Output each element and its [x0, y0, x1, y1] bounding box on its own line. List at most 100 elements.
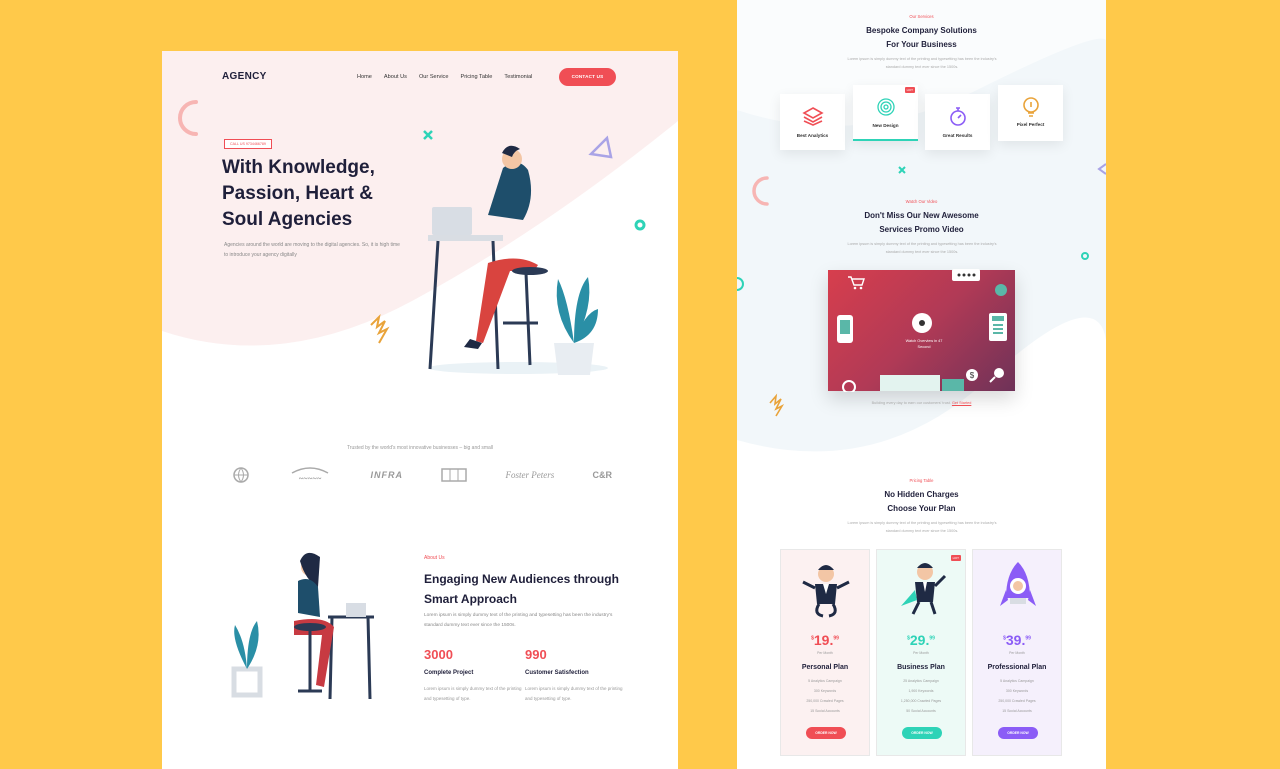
plan-feature: 300 Keywords: [1005, 689, 1029, 693]
svg-text:~~~~~: ~~~~~: [299, 474, 322, 483]
plan-name: Professional Plan: [987, 664, 1047, 671]
calculator-icon: [989, 313, 1007, 341]
stopwatch-icon: [949, 107, 966, 126]
businessman-icon: [802, 565, 850, 618]
service-card-design[interactable]: HOT New Design: [853, 85, 918, 141]
brand-logos: ~~~~~ INFRA Foster Peters C&R: [232, 465, 612, 485]
nav-service[interactable]: Our Service: [419, 74, 449, 80]
plan-card-business: HOT $29.99 Per Month Business Plan 25 An…: [876, 549, 966, 756]
video-title-line2: Services Promo Video: [879, 225, 964, 234]
order-button[interactable]: ORDER NOW: [998, 727, 1038, 739]
services-title-line1: Bespoke Company Solutions: [866, 26, 977, 35]
box-logo-icon: [441, 468, 467, 482]
promo-video[interactable]: Watch Overview in 47 Second $: [828, 269, 1015, 392]
nav-testimonial[interactable]: Testimonial: [504, 74, 532, 80]
video-caption: Watch Overview in 47 Second: [905, 339, 943, 349]
dollar-icon: $: [966, 369, 978, 381]
contact-button[interactable]: CONTACT US: [559, 68, 616, 86]
phone-icon: [837, 315, 853, 343]
plan-price: $29.99: [907, 632, 935, 648]
plan-card-professional: $39.99 Per Month Professional Plan 5 Ana…: [972, 549, 1062, 756]
service-label: Best Analytics: [796, 133, 829, 138]
flying-businessman-icon: [901, 563, 947, 615]
lightbulb-icon: [1022, 97, 1039, 117]
dot-shape: [634, 219, 646, 231]
service-label: Pixel Perfect: [1016, 122, 1045, 127]
video-note: Building every day to earn our customers…: [737, 401, 1106, 405]
squiggle-shape: [370, 313, 390, 344]
stat-number-projects: 3000: [424, 647, 453, 662]
services-tag: Our Services: [909, 14, 934, 19]
order-button[interactable]: ORDER NOW: [902, 727, 942, 739]
nav-about[interactable]: About Us: [384, 74, 407, 80]
services-text: Lorem ipsum is simply dummy text of the …: [847, 57, 997, 69]
plan-period: Per Month: [913, 651, 929, 655]
plan-feature: 50 Social Accounts: [906, 709, 936, 713]
stat-text-satisfaction: Lorem ipsum is simply dummy text of the …: [525, 686, 623, 701]
layers-icon: [801, 107, 824, 126]
cart-icon: [848, 276, 865, 290]
service-label: New Design: [872, 123, 899, 128]
originals-logo-icon: ~~~~~: [291, 467, 329, 483]
plan-period: Per Month: [1009, 651, 1025, 655]
plan-name: Business Plan: [897, 664, 945, 671]
logo[interactable]: AGENCY: [222, 71, 267, 82]
pricing-text: Lorem ipsum is simply dummy text of the …: [847, 521, 997, 533]
service-card-analytics[interactable]: Best Analytics: [780, 94, 845, 150]
plan-feature: 1,900 Keywords: [908, 689, 934, 693]
plan-feature: 15 Social Accounts: [810, 709, 840, 713]
homepage-preview-left: AGENCY Home About Us Our Service Pricing…: [162, 51, 678, 769]
pricing-title-line2: Choose Your Plan: [887, 504, 956, 513]
phone-badge: CALL US 9734466789: [224, 139, 272, 149]
about-tag: About Us: [424, 555, 445, 561]
brand-foster-peters: Foster Peters: [505, 470, 555, 480]
hot-badge: HOT: [950, 555, 961, 561]
main-nav: Home About Us Our Service Pricing Table …: [357, 74, 532, 80]
globe-logo-icon: [233, 467, 249, 483]
play-button[interactable]: [912, 313, 932, 333]
nav-pricing[interactable]: Pricing Table: [460, 74, 492, 80]
plan-price: $39.99: [1003, 632, 1031, 648]
plan-feature: 5 Analytics Campaign: [808, 679, 842, 683]
plan-feature: 250,000 Crawled Pages: [998, 699, 1036, 703]
ring-shape: [737, 277, 744, 291]
plan-feature: 25 Analytics Campaign: [903, 679, 939, 683]
homepage-preview-right: Our Services Bespoke Company Solutions F…: [737, 0, 1106, 769]
svg-text:$: $: [970, 371, 975, 380]
plan-card-personal: $19.99 Per Month Personal Plan 5 Analyti…: [780, 549, 870, 756]
chat-icon: [952, 269, 980, 281]
stat-text-projects: Lorem ipsum is simply dummy text of the …: [424, 686, 522, 701]
brand-cr: C&R: [592, 470, 613, 480]
plan-feature: 250,000 Crawled Pages: [806, 699, 844, 703]
trusted-text: Trusted by the world's most innovative b…: [346, 445, 494, 451]
hero-subtitle: Agencies around the world are moving to …: [224, 242, 400, 258]
plan-feature: 300 Keywords: [813, 689, 837, 693]
fingerprint-icon: [876, 98, 895, 116]
pricing-title-line1: No Hidden Charges: [884, 490, 959, 499]
plan-name: Personal Plan: [801, 664, 849, 671]
dot-shape: [1081, 252, 1089, 260]
stat-label-projects: Complete Project: [424, 670, 474, 676]
video-title-line1: Don't Miss Our New Awesome: [864, 211, 979, 220]
plan-price: $19.99: [811, 632, 839, 648]
magnifier-icon: [989, 368, 1004, 383]
rocket-icon: [1000, 562, 1036, 606]
triangle-shape: [1097, 163, 1106, 175]
about-illustration: [231, 552, 374, 700]
video-tag: Watch Our Video: [905, 199, 938, 204]
get-started-link[interactable]: Get Started: [952, 401, 971, 405]
plan-period: Per Month: [817, 651, 833, 655]
hero-illustration: [428, 145, 608, 375]
hot-badge: HOT: [904, 87, 915, 93]
percent-icon: [995, 284, 1007, 296]
pricing-tag: Pricing Table: [909, 478, 934, 483]
stat-number-satisfaction: 990: [525, 647, 547, 662]
cross-shape: [423, 130, 433, 140]
order-button[interactable]: ORDER NOW: [806, 727, 846, 739]
nav-home[interactable]: Home: [357, 74, 372, 80]
about-title: Engaging New Audiences through Smart App…: [424, 572, 619, 606]
service-card-pixel[interactable]: Pixel Perfect: [998, 85, 1063, 141]
money-icon: [880, 375, 964, 391]
video-text: Lorem ipsum is simply dummy text of the …: [847, 242, 997, 254]
service-card-results[interactable]: Great Results: [925, 94, 990, 150]
